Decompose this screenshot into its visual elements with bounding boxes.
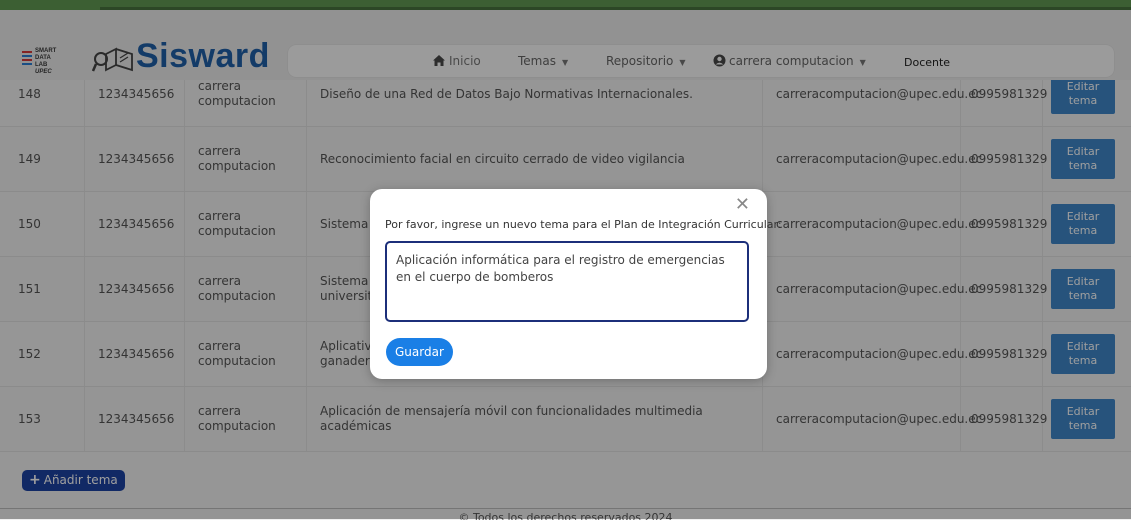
- save-button[interactable]: Guardar: [386, 338, 453, 366]
- new-tema-modal: ✕ Por favor, ingrese un nuevo tema para …: [370, 189, 782, 379]
- top-strip: [0, 0, 1131, 10]
- tema-textarea[interactable]: Aplicación informática para el registro …: [385, 241, 749, 322]
- close-icon[interactable]: ✕: [735, 194, 750, 215]
- modal-prompt-label: Por favor, ingrese un nuevo tema para el…: [385, 218, 782, 231]
